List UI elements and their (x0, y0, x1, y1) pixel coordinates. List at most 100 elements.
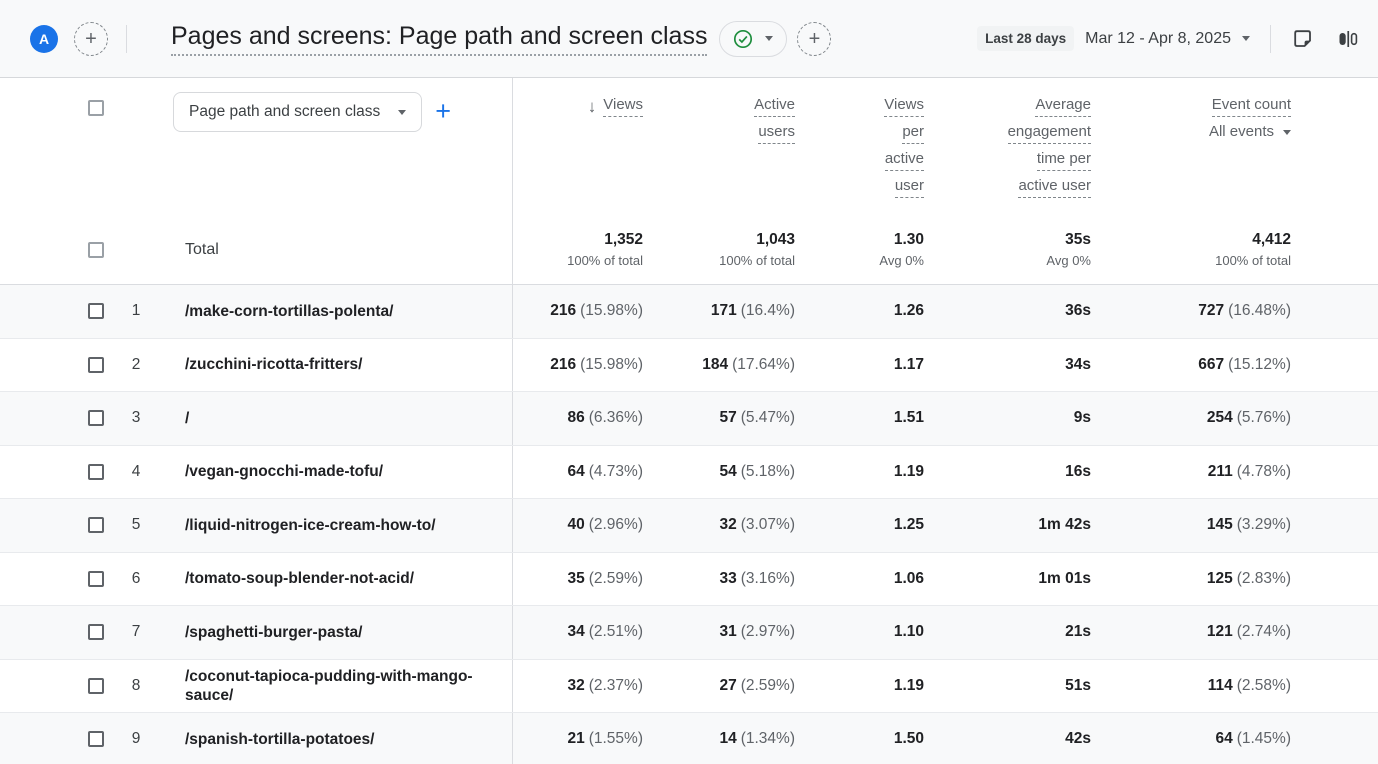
total-avg-engagement: 35s Avg 0% (941, 215, 1108, 284)
row-event-count: 64(1.45%) (1108, 713, 1308, 764)
row-rank: 6 (108, 553, 154, 606)
dimension-selector-label: Page path and screen class (189, 103, 380, 121)
row-avg-engagement: 51s (941, 660, 1108, 713)
row-active-users: 27(2.59%) (660, 660, 812, 713)
row-active-users: 14(1.34%) (660, 713, 812, 764)
row-checkbox[interactable] (88, 678, 104, 694)
report-title[interactable]: Pages and screens: Page path and screen … (171, 22, 707, 56)
row-event-count: 121(2.74%) (1108, 606, 1308, 659)
row-views-per-user: 1.17 (812, 339, 941, 392)
row-rank: 7 (108, 606, 154, 659)
analytics-report-page: A + Pages and screens: Page path and scr… (0, 0, 1378, 764)
account-avatar[interactable]: A (30, 25, 58, 53)
row-checkbox[interactable] (88, 731, 104, 747)
row-views: 21(1.55%) (512, 713, 660, 764)
notes-button[interactable] (1287, 23, 1318, 54)
row-page-path[interactable]: /spanish-tortilla-potatoes/ (154, 713, 512, 764)
row-rank: 2 (108, 339, 154, 392)
select-all-checkbox[interactable] (88, 100, 104, 116)
column-header-avg-engagement-time[interactable]: Average engagement time per active user (941, 78, 1108, 215)
row-views: 34(2.51%) (512, 606, 660, 659)
row-rank: 5 (108, 499, 154, 552)
row-views: 40(2.96%) (512, 499, 660, 552)
row-avg-engagement: 1m 42s (941, 499, 1108, 552)
row-views-per-user: 1.19 (812, 660, 941, 713)
date-range-picker[interactable]: Mar 12 - Apr 8, 2025 (1085, 30, 1250, 48)
table-row: 8 /coconut-tapioca-pudding-with-mango-sa… (0, 660, 1378, 714)
table-row: 9 /spanish-tortilla-potatoes/ 21(1.55%) … (0, 713, 1378, 764)
row-checkbox[interactable] (88, 624, 104, 640)
row-event-count: 145(3.29%) (1108, 499, 1308, 552)
total-views: 1,352 100% of total (512, 215, 660, 284)
date-preset-badge: Last 28 days (977, 26, 1074, 51)
chevron-down-icon (1283, 130, 1291, 135)
row-page-path[interactable]: /liquid-nitrogen-ice-cream-how-to/ (154, 499, 512, 552)
row-active-users: 171(16.4%) (660, 285, 812, 338)
table-row: 3 / 86(6.36%) 57(5.47%) 1.51 9s 254(5.76… (0, 392, 1378, 446)
table-header-row: Page path and screen class + ↓ Views Act… (0, 78, 1378, 215)
row-checkbox[interactable] (88, 357, 104, 373)
data-quality-button[interactable] (719, 21, 787, 57)
row-page-path[interactable]: /zucchini-ricotta-fritters/ (154, 339, 512, 392)
plus-icon: + (85, 29, 97, 49)
table-row: 5 /liquid-nitrogen-ice-cream-how-to/ 40(… (0, 499, 1378, 553)
row-views: 64(4.73%) (512, 446, 660, 499)
row-avg-engagement: 34s (941, 339, 1108, 392)
row-views-per-user: 1.10 (812, 606, 941, 659)
row-page-path[interactable]: /vegan-gnocchi-made-tofu/ (154, 446, 512, 499)
row-checkbox[interactable] (88, 410, 104, 426)
column-header-event-count: Event count All events (1108, 78, 1308, 215)
row-page-path[interactable]: /tomato-soup-blender-not-acid/ (154, 553, 512, 606)
row-views: 216(15.98%) (512, 285, 660, 338)
row-views: 86(6.36%) (512, 392, 660, 445)
row-views: 35(2.59%) (512, 553, 660, 606)
report-table: Page path and screen class + ↓ Views Act… (0, 78, 1378, 764)
row-rank: 4 (108, 446, 154, 499)
column-header-active-users[interactable]: Active users (660, 78, 812, 215)
event-filter-dropdown[interactable]: All events (1209, 124, 1291, 140)
table-row: 4 /vegan-gnocchi-made-tofu/ 64(4.73%) 54… (0, 446, 1378, 500)
header-right-group: Last 28 days Mar 12 - Apr 8, 2025 (977, 23, 1364, 55)
total-views-per-user: 1.30 Avg 0% (812, 215, 941, 284)
row-rank: 3 (108, 392, 154, 445)
comparison-toggle-button[interactable] (1332, 23, 1364, 55)
row-active-users: 57(5.47%) (660, 392, 812, 445)
column-header-views[interactable]: ↓ Views (512, 78, 660, 215)
sort-descending-icon: ↓ (588, 99, 597, 115)
add-metric-button[interactable]: + (797, 22, 831, 56)
row-rank: 9 (108, 713, 154, 764)
comparison-panels-icon (1336, 27, 1360, 51)
total-active-users: 1,043 100% of total (660, 215, 812, 284)
row-active-users: 31(2.97%) (660, 606, 812, 659)
row-avg-engagement: 21s (941, 606, 1108, 659)
row-views: 32(2.37%) (512, 660, 660, 713)
row-event-count: 211(4.78%) (1108, 446, 1308, 499)
check-circle-icon (733, 29, 753, 49)
row-page-path[interactable]: /coconut-tapioca-pudding-with-mango-sauc… (154, 660, 512, 713)
add-comparison-button[interactable]: + (74, 22, 108, 56)
dimension-selector[interactable]: Page path and screen class (173, 92, 422, 132)
row-checkbox[interactable] (88, 517, 104, 533)
header-divider (126, 25, 127, 53)
row-active-users: 184(17.64%) (660, 339, 812, 392)
row-views-per-user: 1.25 (812, 499, 941, 552)
column-header-views-per-active-user[interactable]: Views per active user (812, 78, 941, 215)
row-avg-engagement: 42s (941, 713, 1108, 764)
event-count-label[interactable]: Event count (1212, 97, 1291, 117)
add-dimension-button[interactable]: + (435, 97, 451, 125)
row-page-path[interactable]: / (154, 392, 512, 445)
chevron-down-icon (398, 110, 406, 115)
chevron-down-icon (765, 36, 773, 41)
row-event-count: 254(5.76%) (1108, 392, 1308, 445)
total-label: Total (154, 215, 512, 284)
total-checkbox[interactable] (88, 242, 104, 258)
row-event-count: 727(16.48%) (1108, 285, 1308, 338)
plus-icon: + (809, 29, 821, 49)
row-page-path[interactable]: /spaghetti-burger-pasta/ (154, 606, 512, 659)
row-checkbox[interactable] (88, 571, 104, 587)
row-checkbox[interactable] (88, 303, 104, 319)
row-checkbox[interactable] (88, 464, 104, 480)
table-row: 1 /make-corn-tortillas-polenta/ 216(15.9… (0, 285, 1378, 339)
row-views: 216(15.98%) (512, 339, 660, 392)
row-page-path[interactable]: /make-corn-tortillas-polenta/ (154, 285, 512, 338)
